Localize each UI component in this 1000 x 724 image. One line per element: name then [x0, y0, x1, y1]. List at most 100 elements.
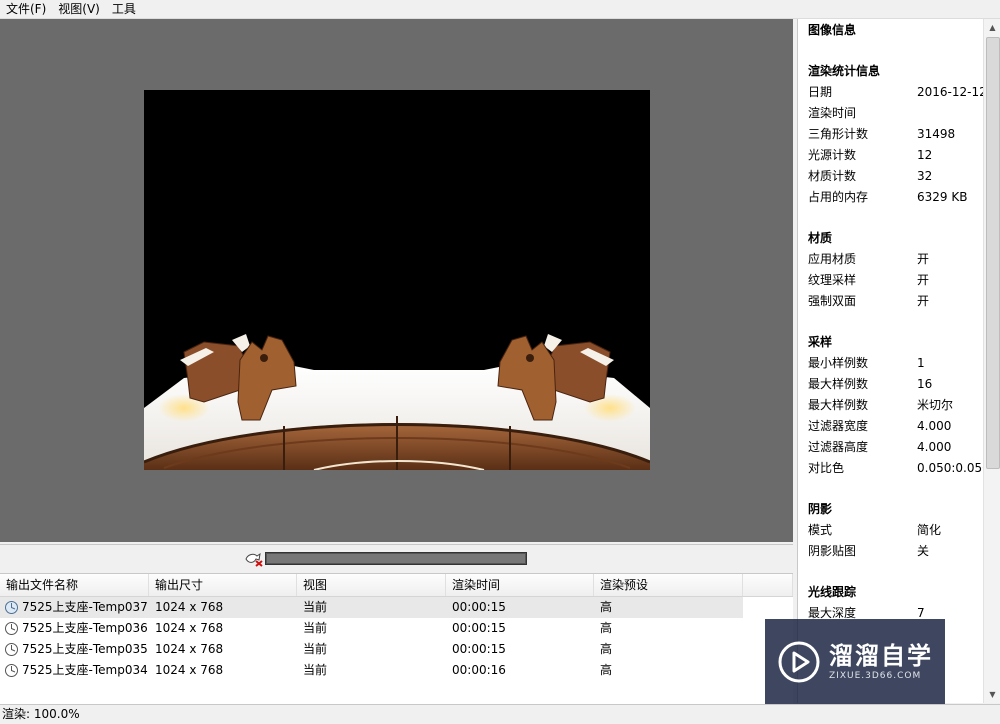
row-view: 当前	[303, 621, 328, 635]
watermark: 溜溜自学 ZIXUE.3D66.COM	[765, 619, 945, 704]
info-value: 开	[917, 273, 930, 287]
info-key: 模式	[808, 523, 833, 537]
info-value: 关	[917, 544, 930, 558]
column-render-preset[interactable]: 渲染预设	[594, 574, 743, 596]
info-value: 0.050:0.050	[917, 461, 990, 475]
column-output-size[interactable]: 输出尺寸	[149, 574, 297, 596]
info-row: 强制双面 开	[808, 291, 978, 312]
watermark-text: 溜溜自学 ZIXUE.3D66.COM	[829, 642, 933, 682]
row-name: 7525上支座-Temp034	[22, 663, 148, 677]
info-value: 开	[917, 294, 930, 308]
info-value: 16	[917, 377, 933, 391]
render-queue-table: 输出文件名称 输出尺寸 视图 渲染时间 渲染预设 7525上支座-Temp037…	[0, 573, 793, 705]
rendered-image	[144, 90, 650, 470]
image-info-panel: 图像信息 渲染统计信息 日期 2016-12-12 渲染时间 三角形计数 31498…	[797, 19, 1000, 703]
row-size: 1024 x 768	[155, 642, 224, 656]
info-value: 简化	[917, 523, 942, 537]
menu-file[interactable]: 文件(F)	[0, 0, 52, 18]
render-status-text: 渲染: 100.0%	[2, 707, 80, 721]
info-row: 阴影贴图 关	[808, 541, 978, 562]
row-preset: 高	[600, 642, 613, 656]
render-complete-icon	[5, 622, 18, 635]
menu-view[interactable]: 视图(V)	[52, 0, 106, 18]
info-value: 32	[917, 169, 933, 183]
info-key: 强制双面	[808, 294, 857, 308]
info-value: 1	[917, 356, 925, 370]
info-key: 光源计数	[808, 148, 857, 162]
info-row: 最小样例数 1	[808, 353, 978, 374]
info-scrollbar[interactable]: ▲ ▼	[983, 19, 1000, 703]
info-value: 2016-12-12	[917, 85, 987, 99]
table-row[interactable]: 7525上支座-Temp035 1024 x 768 当前 00:00:15 高	[0, 639, 793, 660]
info-key: 三角形计数	[808, 127, 869, 141]
info-value: 31498	[917, 127, 956, 141]
cancel-render-icon[interactable]	[244, 551, 264, 567]
render-complete-icon	[5, 643, 18, 656]
column-filler	[743, 574, 793, 596]
row-size: 1024 x 768	[155, 621, 224, 635]
table-row[interactable]: 7525上支座-Temp037 1024 x 768 当前 00:00:15 高	[0, 597, 743, 618]
rendered-scene	[144, 334, 650, 470]
row-time: 00:00:15	[452, 621, 506, 635]
render-complete-icon	[5, 601, 18, 614]
info-row: 日期 2016-12-12	[808, 82, 987, 103]
row-name: 7525上支座-Temp035	[22, 642, 148, 656]
row-view: 当前	[303, 642, 328, 656]
status-bar: 渲染: 100.0%	[0, 704, 1000, 724]
watermark-name: 溜溜自学	[829, 641, 933, 670]
row-time: 00:00:15	[452, 600, 506, 614]
render-viewport	[0, 19, 793, 542]
row-name-cell: 7525上支座-Temp037	[0, 597, 149, 618]
scroll-up-arrow-icon[interactable]: ▲	[984, 19, 1000, 36]
info-row: 对比色 0.050:0.050	[808, 458, 990, 479]
menu-bar: 文件(F) 视图(V) 工具	[0, 0, 1000, 19]
render-progress-bar	[265, 552, 527, 565]
row-name: 7525上支座-Temp037	[22, 600, 148, 614]
raytrace-heading: 光线跟踪	[808, 585, 857, 599]
row-size: 1024 x 768	[155, 663, 224, 677]
render-complete-icon	[5, 664, 18, 677]
column-render-time[interactable]: 渲染时间	[446, 574, 594, 596]
watermark-url: ZIXUE.3D66.COM	[829, 670, 922, 681]
info-key: 渲染时间	[808, 106, 857, 120]
row-preset: 高	[600, 621, 613, 635]
info-row: 三角形计数 31498	[808, 124, 978, 145]
row-name-cell: 7525上支座-Temp036	[0, 618, 149, 639]
info-row: 过滤器高度 4.000	[808, 437, 978, 458]
column-view[interactable]: 视图	[297, 574, 446, 596]
row-view: 当前	[303, 600, 328, 614]
info-row: 光源计数 12	[808, 145, 978, 166]
info-key: 对比色	[808, 461, 845, 475]
info-key: 最大样例数	[808, 377, 869, 391]
row-preset: 高	[600, 600, 613, 614]
scroll-thumb[interactable]	[986, 37, 1000, 469]
row-name-cell: 7525上支座-Temp035	[0, 639, 149, 660]
shadow-heading: 阴影	[808, 502, 833, 516]
row-view: 当前	[303, 663, 328, 677]
menu-tools[interactable]: 工具	[106, 0, 142, 18]
info-key: 纹理采样	[808, 273, 857, 287]
info-key: 过滤器宽度	[808, 419, 869, 433]
scroll-down-arrow-icon[interactable]: ▼	[984, 686, 1000, 703]
image-info-heading: 图像信息	[808, 23, 857, 37]
info-row: 最大样例数 米切尔	[808, 395, 978, 416]
column-output-name[interactable]: 输出文件名称	[0, 574, 149, 596]
info-key: 最小样例数	[808, 356, 869, 370]
info-row: 占用的内存 6329 KB	[808, 187, 978, 208]
table-row[interactable]: 7525上支座-Temp034 1024 x 768 当前 00:00:16 高	[0, 660, 793, 681]
info-key: 占用的内存	[808, 190, 869, 204]
watermark-logo-icon	[778, 641, 820, 682]
row-name-cell: 7525上支座-Temp034	[0, 660, 149, 681]
table-row[interactable]: 7525上支座-Temp036 1024 x 768 当前 00:00:15 高	[0, 618, 793, 639]
table-header: 输出文件名称 输出尺寸 视图 渲染时间 渲染预设	[0, 574, 793, 597]
info-row: 模式 简化	[808, 520, 978, 541]
progress-strip	[0, 544, 793, 573]
row-name: 7525上支座-Temp036	[22, 621, 148, 635]
row-preset: 高	[600, 663, 613, 677]
sampling-heading: 采样	[808, 335, 833, 349]
row-time: 00:00:16	[452, 663, 506, 677]
